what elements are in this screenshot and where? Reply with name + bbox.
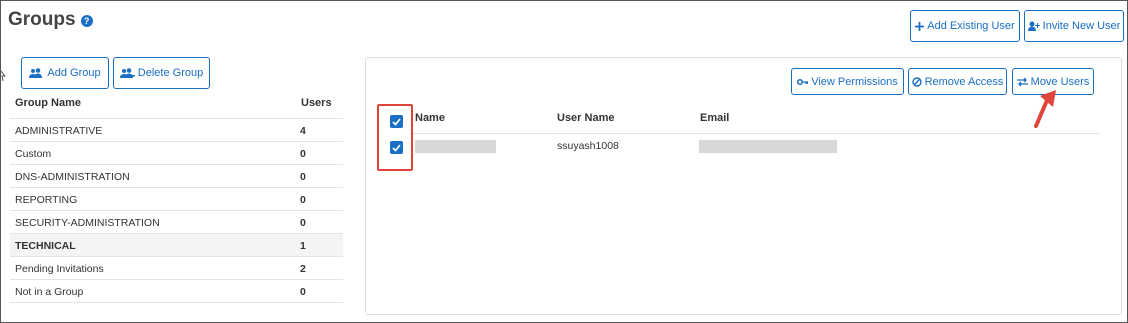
users-count-header: Users [301, 97, 332, 109]
username-cell: ssuyash1008 [557, 140, 619, 152]
group-name: SECURITY-ADMINISTRATION [15, 217, 160, 229]
group-name: Not in a Group [15, 286, 84, 298]
group-row[interactable]: Not in a Group 0 [10, 279, 343, 302]
invite-new-user-button[interactable]: Invite New User [1024, 10, 1124, 42]
group-row[interactable]: ADMINISTRATIVE 4 [10, 118, 343, 141]
help-icon[interactable]: ? [80, 15, 93, 27]
user-plus-icon [1027, 21, 1040, 31]
header-divider [410, 133, 1100, 134]
group-user-count: 0 [300, 194, 306, 206]
group-user-count: 2 [300, 263, 306, 275]
page-title: Groups ? [8, 9, 93, 31]
group-name: Pending Invitations [15, 263, 104, 275]
username-column-header: User Name [557, 112, 615, 124]
checkbox-highlight [377, 104, 413, 171]
delete-group-label: Delete Group [137, 67, 204, 79]
group-row[interactable]: SECURITY-ADMINISTRATION 0 [10, 210, 343, 233]
delete-group-button[interactable]: Delete Group [113, 57, 210, 89]
ban-icon [911, 76, 922, 87]
exchange-icon [1016, 77, 1028, 87]
group-name-header: Group Name [15, 97, 82, 109]
add-existing-user-label: Add Existing User [927, 20, 1015, 32]
group-user-count: 0 [300, 217, 306, 229]
email-column-header: Email [700, 112, 730, 124]
group-name: REPORTING [15, 194, 78, 206]
name-column-header: Name [415, 112, 445, 124]
group-name: Custom [15, 148, 52, 160]
group-user-count: 1 [300, 240, 306, 252]
group-user-count: 0 [300, 148, 306, 160]
view-permissions-button[interactable]: View Permissions [791, 68, 904, 95]
redacted-name [415, 140, 496, 153]
users-add-icon [29, 68, 44, 78]
page-title-text: Groups [8, 9, 76, 30]
group-name: ADMINISTRATIVE [15, 125, 103, 137]
group-row[interactable]: DNS-ADMINISTRATION 0 [10, 164, 343, 187]
group-user-count: 4 [300, 125, 306, 137]
groups-list-bottom-divider [10, 302, 343, 303]
remove-access-label: Remove Access [924, 75, 1004, 88]
annotation-arrow-icon [1034, 90, 1056, 128]
remove-access-button[interactable]: Remove Access [908, 68, 1007, 95]
key-icon [797, 77, 809, 87]
group-user-count: 0 [300, 171, 306, 183]
group-name: TECHNICAL [15, 240, 76, 252]
group-user-count: 0 [300, 286, 306, 298]
cursor-icon [0, 70, 6, 82]
users-panel [365, 57, 1122, 315]
group-row[interactable]: Pending Invitations 2 [10, 256, 343, 279]
plus-icon [915, 21, 925, 31]
invite-new-user-label: Invite New User [1042, 20, 1121, 32]
add-group-label: Add Group [47, 67, 101, 79]
group-name: DNS-ADMINISTRATION [15, 171, 130, 183]
view-permissions-label: View Permissions [811, 75, 898, 88]
add-group-button[interactable]: Add Group [21, 57, 109, 89]
group-row[interactable]: TECHNICAL 1 [10, 233, 343, 256]
add-existing-user-button[interactable]: Add Existing User [910, 10, 1020, 42]
group-row[interactable]: Custom 0 [10, 141, 343, 164]
group-row[interactable]: REPORTING 0 [10, 187, 343, 210]
users-delete-icon [119, 68, 135, 78]
redacted-email [699, 140, 837, 153]
